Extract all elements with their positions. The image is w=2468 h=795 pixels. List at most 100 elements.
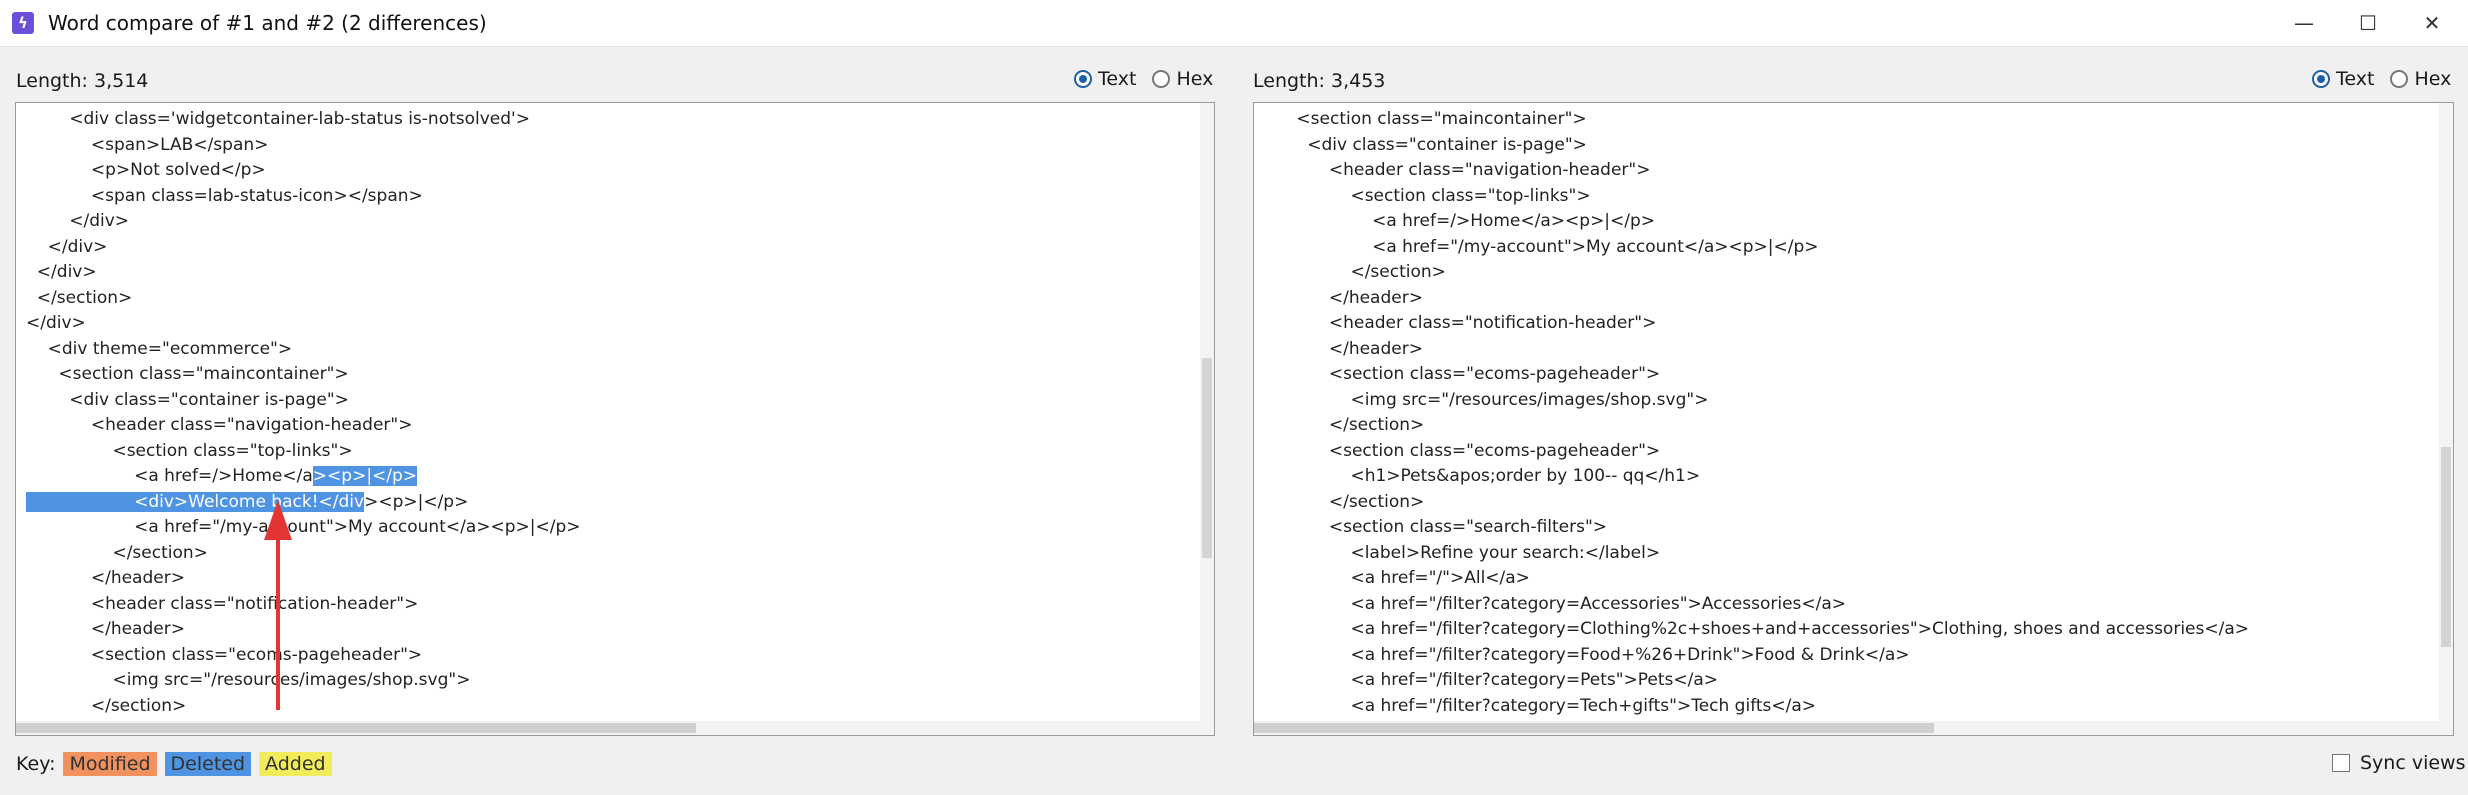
right-text-label[interactable]: Text	[2336, 68, 2374, 90]
right-code-view[interactable]: <section class="maincontainer"> <div cla…	[1264, 107, 2431, 735]
minimize-icon[interactable]: —	[2276, 0, 2332, 46]
code-line[interactable]: </header>	[1264, 337, 2431, 363]
code-text: <section class="ecoms-pageheader">	[1264, 364, 1661, 384]
code-text: </div>	[26, 211, 130, 231]
left-text-pane[interactable]: <div class='widgetcontainer-lab-status i…	[15, 102, 1215, 736]
code-text: <section class="maincontainer">	[1264, 109, 1587, 129]
code-text: <a href="/filter?category=Pets">Pets</a>	[1264, 670, 1719, 690]
code-line[interactable]: <header class="notification-header">	[26, 592, 1192, 618]
code-line[interactable]: </section>	[1264, 490, 2431, 516]
code-line[interactable]: <section class="ecoms-pageheader">	[26, 643, 1192, 669]
deleted-text: <div>Welcome back!</div	[26, 491, 365, 512]
code-line[interactable]: <section class="top-links">	[26, 439, 1192, 465]
right-text-pane[interactable]: <section class="maincontainer"> <div cla…	[1253, 102, 2454, 736]
code-line[interactable]: <a href="/filter?category=Tech+gifts">Te…	[1264, 694, 2431, 720]
code-line[interactable]: <header class="navigation-header">	[26, 413, 1192, 439]
code-line[interactable]: <a href="/my-account">My account</a><p>|…	[1264, 235, 2431, 261]
code-line[interactable]: </header>	[26, 617, 1192, 643]
code-text: <a href="/filter?category=Accessories">A…	[1264, 593, 1847, 614]
code-line[interactable]: <a href=/>Home</a><p>|</p>	[1264, 209, 2431, 235]
right-hex-label[interactable]: Hex	[2414, 68, 2451, 90]
code-text: <label>Refine your search:</label>	[1264, 542, 1661, 563]
code-line[interactable]: </div>	[26, 235, 1192, 261]
code-line[interactable]: </div>	[26, 209, 1192, 235]
sync-views-label[interactable]: Sync views	[2360, 752, 2465, 774]
left-text-radio[interactable]	[1074, 70, 1092, 88]
left-hex-radio[interactable]	[1152, 70, 1171, 88]
code-line[interactable]: </section>	[1264, 413, 2431, 439]
code-text: </header>	[1264, 338, 1423, 359]
code-line[interactable]: <section class="maincontainer">	[1264, 107, 2431, 133]
left-text-label[interactable]: Text	[1098, 68, 1136, 90]
code-text: <header class="notification-header">	[1264, 313, 1657, 333]
right-text-radio[interactable]	[2312, 70, 2330, 88]
left-length-label: Length: 3,514	[16, 70, 149, 92]
code-line[interactable]: <section class="ecoms-pageheader">	[1264, 439, 2431, 465]
left-code-view[interactable]: <div class='widgetcontainer-lab-status i…	[26, 107, 1192, 719]
code-text: </header>	[26, 568, 185, 588]
code-line[interactable]: <label>Refine your search:</label>	[1264, 541, 2431, 567]
sync-views-option[interactable]: Sync views	[2332, 752, 2465, 774]
left-view-mode: Text Hex	[1074, 68, 1229, 90]
code-text: <div class="container is-page">	[26, 389, 349, 410]
code-text: <section class="search-filters">	[1264, 517, 1608, 537]
code-line[interactable]: </section>	[1264, 260, 2431, 286]
code-text: </section>	[26, 695, 187, 716]
code-line[interactable]: <header class="notification-header">	[1264, 311, 2431, 337]
code-line[interactable]: <section class="top-links">	[1264, 184, 2431, 210]
code-line[interactable]: <div class="container is-page">	[1264, 133, 2431, 159]
left-hex-label[interactable]: Hex	[1176, 68, 1213, 90]
code-line[interactable]: </section>	[26, 541, 1192, 567]
code-text: </section>	[1264, 415, 1425, 435]
code-line[interactable]: <a href="/">All</a>	[1264, 566, 2431, 592]
code-text: <span>LAB</span>	[26, 134, 269, 155]
deleted-text: ><p>|</p>	[312, 466, 418, 486]
lightning-icon: ϟ	[12, 12, 34, 34]
code-line[interactable]: <section class="maincontainer">	[26, 362, 1192, 388]
code-line[interactable]: </div>	[26, 260, 1192, 286]
left-vertical-scrollbar[interactable]	[1200, 103, 1214, 735]
code-text: <a href=/>Home</a><p>|</p>	[1264, 211, 1656, 231]
right-hex-radio[interactable]	[2390, 70, 2409, 88]
code-line[interactable]: <span>LAB</span>	[26, 133, 1192, 159]
code-line[interactable]: </section>	[26, 286, 1192, 312]
code-text: </div>	[26, 236, 108, 257]
sync-views-checkbox[interactable]	[2332, 754, 2350, 772]
code-line[interactable]: </div>	[26, 311, 1192, 337]
code-line[interactable]: <div class='widgetcontainer-lab-status i…	[26, 107, 1192, 133]
code-line[interactable]: </header>	[26, 566, 1192, 592]
right-horizontal-scrollbar[interactable]	[1254, 721, 2439, 735]
right-vertical-scroll-thumb[interactable]	[2441, 447, 2451, 647]
code-line[interactable]: <a href="/filter?category=Pets">Pets</a>	[1264, 668, 2431, 694]
code-line[interactable]: <span class=lab-status-icon></span>	[26, 184, 1192, 210]
left-horizontal-scroll-thumb[interactable]	[16, 723, 696, 733]
code-line[interactable]: <p>Not solved</p>	[26, 158, 1192, 184]
right-horizontal-scroll-thumb[interactable]	[1254, 723, 1934, 733]
right-vertical-scrollbar[interactable]	[2439, 103, 2453, 735]
code-line[interactable]: <section class="ecoms-pageheader">	[1264, 362, 2431, 388]
left-vertical-scroll-thumb[interactable]	[1202, 358, 1212, 558]
code-line[interactable]: <a href="/my-account">My account</a><p>|…	[26, 515, 1192, 541]
left-horizontal-scrollbar[interactable]	[16, 721, 1200, 735]
code-line[interactable]: <img src="/resources/images/shop.svg">	[26, 668, 1192, 694]
code-text: <header class="notification-header">	[26, 593, 419, 614]
code-line[interactable]: <div>Welcome back!</div><p>|</p>	[26, 490, 1192, 516]
code-line[interactable]: <header class="navigation-header">	[1264, 158, 2431, 184]
code-line[interactable]: <a href="/filter?category=Accessories">A…	[1264, 592, 2431, 618]
code-line[interactable]: <a href="/filter?category=Food+%26+Drink…	[1264, 643, 2431, 669]
code-text: </section>	[26, 287, 133, 308]
code-line[interactable]: <a href="/filter?category=Clothing%2c+sh…	[1264, 617, 2431, 643]
diff-key-legend: Key: Modified Deleted Added	[16, 752, 332, 776]
code-text: <h1>Pets&apos;order by 100-- qq</h1>	[1264, 466, 1701, 486]
code-line[interactable]: <h1>Pets&apos;order by 100-- qq</h1>	[1264, 464, 2431, 490]
code-line[interactable]: <div theme="ecommerce">	[26, 337, 1192, 363]
code-line[interactable]: </section>	[26, 694, 1192, 720]
maximize-icon[interactable]: ☐	[2340, 0, 2396, 46]
code-line[interactable]: <div class="container is-page">	[26, 388, 1192, 414]
close-icon[interactable]: ✕	[2404, 0, 2460, 46]
code-text: <a href="/my-account">My account</a><p>|…	[1264, 236, 1819, 257]
code-line[interactable]: <a href=/>Home</a><p>|</p>	[26, 464, 1192, 490]
code-line[interactable]: </header>	[1264, 286, 2431, 312]
code-line[interactable]: <section class="search-filters">	[1264, 515, 2431, 541]
code-line[interactable]: <img src="/resources/images/shop.svg">	[1264, 388, 2431, 414]
